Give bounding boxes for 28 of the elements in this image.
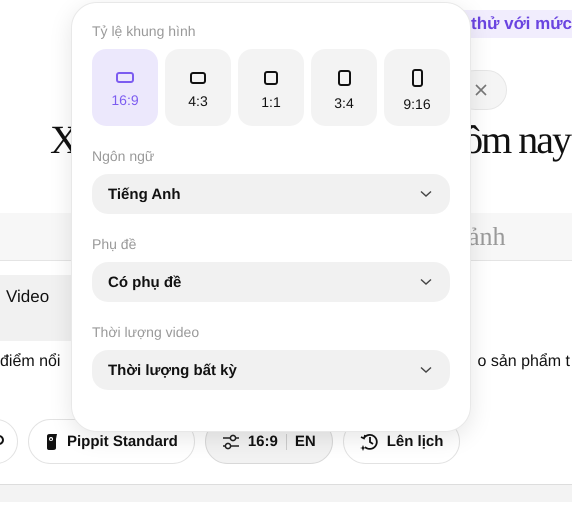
ratio-option[interactable]: 16:9 [92,49,158,126]
chevron-down-icon [420,278,432,286]
ratio-option[interactable]: 4:3 [165,49,231,126]
frame-icon [189,70,207,84]
clock-icon [360,432,379,451]
frame-icon [336,68,352,86]
section-label: Phụ đề [92,236,138,252]
dropdown-select[interactable]: Tiếng Anh [92,174,450,214]
video-tab[interactable]: Video [0,275,72,341]
ratio-option[interactable]: 3:4 [311,49,377,126]
frame-icon [263,70,279,86]
chevron-down-icon [420,366,432,374]
dropdown-select[interactable]: Thời lượng bất kỳ [92,350,450,390]
chevron-down-icon [420,190,432,198]
ratio-option[interactable]: 9:16 [384,49,450,126]
close-icon [474,83,488,97]
ratio-option[interactable]: 1:1 [238,49,304,126]
frame-icon [410,68,424,88]
promo-banner[interactable]: thử với mức [463,10,572,38]
description-text: o sản phẩm t [478,353,570,372]
model-icon [45,432,59,450]
dropdown-select[interactable]: Có phụ đề [92,262,450,302]
section-label: Tỷ lệ khung hình [92,23,197,39]
section-label: Ngôn ngữ [92,148,156,164]
sliders-icon [222,434,240,450]
frame-icon [115,71,135,84]
section-label: Thời lượng video [92,324,200,340]
description-text: điểm nổi [0,353,60,372]
